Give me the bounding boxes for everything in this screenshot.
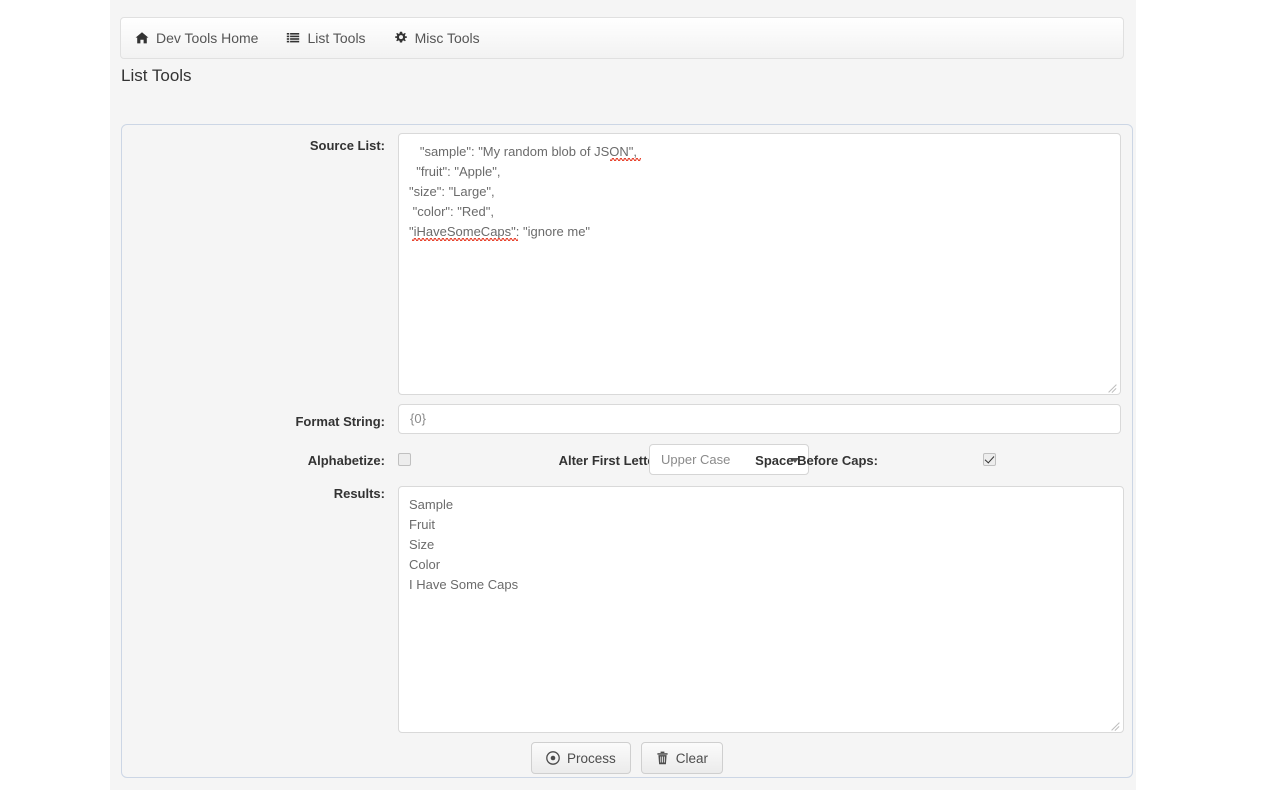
nav-item-label: Dev Tools Home — [156, 31, 258, 45]
alphabetize-checkbox[interactable] — [398, 453, 411, 466]
process-button-label: Process — [567, 751, 616, 766]
alter-first-letter-label: Alter First Letter?: — [422, 453, 672, 469]
space-before-caps-checkbox[interactable] — [983, 453, 996, 466]
main-navbar: Dev Tools Home List Tools — [120, 17, 1124, 59]
results-line: I Have Some Caps — [409, 575, 518, 595]
format-string-label: Format String: — [135, 414, 385, 430]
nav-item-dev-tools-home[interactable]: Dev Tools Home — [135, 31, 271, 45]
source-list-line: "fruit": "Apple", — [409, 162, 500, 182]
play-circle-icon — [546, 751, 560, 765]
nav-item-label: List Tools — [307, 31, 365, 45]
results-line: Color — [409, 555, 440, 575]
nav-item-misc-tools[interactable]: Misc Tools — [394, 31, 493, 45]
results-textarea[interactable]: Sample Fruit Size Color I Have Some Caps — [398, 486, 1124, 733]
gear-icon — [394, 31, 408, 45]
nav-item-list-tools[interactable]: List Tools — [286, 31, 378, 45]
trash-icon — [656, 751, 669, 765]
page-title: List Tools — [121, 66, 192, 86]
source-list-line: "size": "Large", — [409, 182, 495, 202]
format-string-input[interactable]: {0} — [398, 404, 1121, 434]
results-label: Results: — [135, 486, 385, 502]
results-line: Size — [409, 535, 434, 555]
results-line: Sample — [409, 495, 453, 515]
nav-item-label: Misc Tools — [415, 31, 480, 45]
list-tools-form-panel: Source List: "sample": "My random blob o… — [121, 124, 1133, 778]
alphabetize-label: Alphabetize: — [135, 453, 385, 469]
source-list-textarea[interactable]: "sample": "My random blob of JSON", "fru… — [398, 133, 1121, 395]
source-list-line: "color": "Red", — [409, 202, 494, 222]
results-resize-handle[interactable] — [1110, 719, 1122, 731]
process-button[interactable]: Process — [531, 742, 631, 774]
source-list-resize-handle[interactable] — [1107, 381, 1119, 393]
home-icon — [135, 31, 149, 45]
list-icon — [286, 31, 300, 45]
source-list-line: "sample": "My random blob of JSON", — [409, 142, 637, 162]
page-content-area: Dev Tools Home List Tools — [110, 0, 1136, 790]
clear-button[interactable]: Clear — [641, 742, 723, 774]
space-before-caps-label: Space Before Caps: — [712, 453, 878, 469]
source-list-label: Source List: — [135, 138, 385, 154]
form-actions: Process Clear — [122, 742, 1132, 774]
source-list-line: "iHaveSomeCaps": "ignore me" — [409, 222, 590, 242]
results-line: Fruit — [409, 515, 435, 535]
clear-button-label: Clear — [676, 751, 708, 766]
